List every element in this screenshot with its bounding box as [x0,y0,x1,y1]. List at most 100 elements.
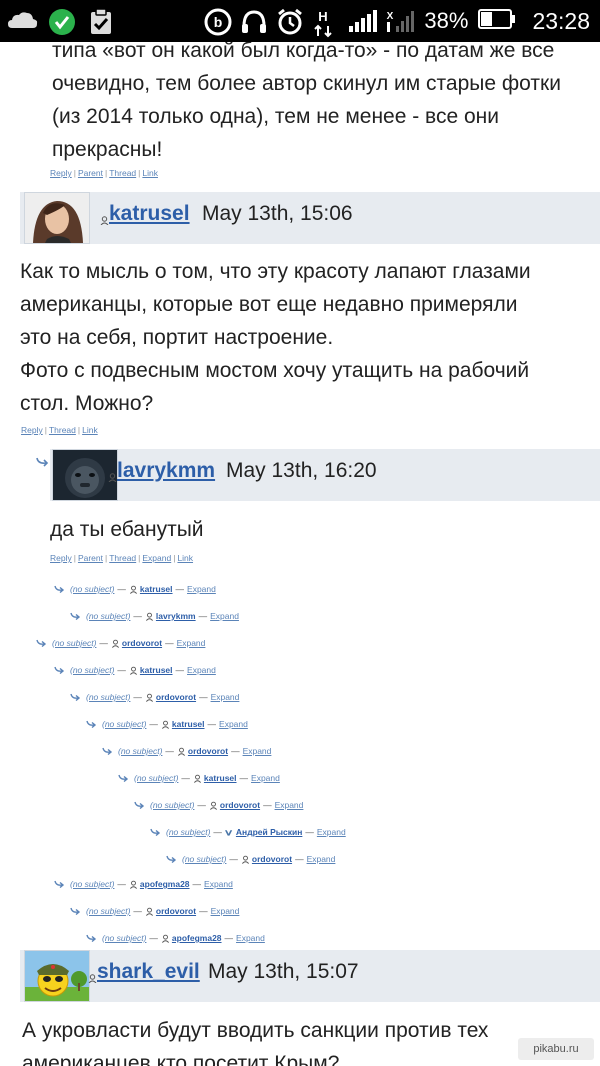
thread-username[interactable]: ordovorot [188,746,228,756]
user-icon [161,934,169,943]
subject-link[interactable]: (no subject) [86,611,130,621]
username-katrusel[interactable]: katrusel [109,202,190,226]
expand-link[interactable]: Expand [187,584,216,594]
separator: — [239,773,249,783]
user-icon [100,212,109,226]
user-icon [111,639,119,648]
text-line: (из 2014 только одна), тем не менее - вс… [52,105,499,128]
thread-username[interactable]: katrusel [140,665,173,675]
thread-username[interactable]: katrusel [140,584,173,594]
thread-link[interactable]: Thread [109,168,136,178]
separator: — [165,746,174,756]
expand-link[interactable]: Expand [243,746,272,756]
thread-username[interactable]: apofegma28 [140,879,190,889]
comment-text-shark-evil: А укровласти будут вводить санкции проти… [22,1014,592,1066]
separator: — [263,800,272,810]
subject-link[interactable]: (no subject) [182,854,226,864]
expand-link[interactable]: Expand [210,611,239,621]
thread-row: (no subject) — apofegma28— Expand [86,933,265,943]
thread-username[interactable]: ordovorot [220,800,260,810]
expand-link[interactable]: Expand [219,719,248,729]
user-icon [209,801,217,810]
comment-actions-lavrykmm: Reply | Parent | Thread | Expand | Link [50,553,194,563]
thread-username[interactable]: ordovorot [122,638,162,648]
link-link[interactable]: Link [82,425,98,435]
separator: — [295,854,304,864]
expand-link[interactable]: Expand [142,553,171,563]
text-line: очевидно, тем более автор скинул им стар… [52,72,561,95]
expand-link[interactable]: Expand [317,827,346,837]
thread-link[interactable]: Thread [109,553,136,563]
reply-arrow-icon [70,907,81,915]
separator: — [165,638,174,648]
expand-link[interactable]: Expand [307,854,336,864]
user-icon [241,855,249,864]
subject-link[interactable]: (no subject) [70,584,114,594]
subject-link[interactable]: (no subject) [102,933,146,943]
expand-link[interactable]: Expand [177,638,206,648]
text-line: типа «вот он какой был когда-то» - по да… [52,42,555,62]
expand-link[interactable]: Expand [211,906,240,916]
expand-link[interactable]: Expand [236,933,265,943]
reply-arrow-icon [54,585,65,593]
separator: — [99,638,108,648]
user-icon [88,970,97,984]
comment-date: May 13th, 15:07 [208,960,359,983]
expand-link[interactable]: Expand [251,773,280,783]
thread-row: (no subject) — Андрей Рыскин — Expand [150,827,346,837]
username-shark-evil[interactable]: shark_evil [97,960,200,984]
parent-link[interactable]: Parent [78,553,103,563]
shield-check-icon [48,8,75,35]
separator: — [117,665,126,675]
thread-link[interactable]: Thread [49,425,76,435]
thread-row: (no subject) — katrusel — Expand [86,719,248,729]
thread-username[interactable]: ordovorot [156,906,196,916]
alarm-clock-icon [276,8,303,35]
status-bar-right: b H X 38% 23:28 [204,6,590,38]
subject-link[interactable]: (no subject) [86,692,130,702]
link-link[interactable]: Link [177,553,193,563]
subject-link[interactable]: (no subject) [102,719,146,729]
subject-link[interactable]: (no subject) [118,746,162,756]
vk-icon [224,829,233,836]
thread-row: (no subject) — ordovorot — Expand [36,638,205,648]
subject-link[interactable]: (no subject) [52,638,96,648]
beats-icon: b [204,8,232,36]
reply-link[interactable]: Reply [50,553,72,563]
text-line: Как то мысль о том, что эту красоту лапа… [20,260,531,283]
reply-link[interactable]: Reply [21,425,43,435]
subject-link[interactable]: (no subject) [150,800,194,810]
thread-username[interactable]: ordovorot [252,854,292,864]
comment-text-top: типа «вот он какой был когда-то» - по да… [52,42,592,166]
thread-username[interactable]: Андрей Рыскин [236,827,302,837]
network-h-icon: H [312,8,338,38]
subject-link[interactable]: (no subject) [86,906,130,916]
subject-link[interactable]: (no subject) [134,773,178,783]
separator: — [149,719,158,729]
expand-link[interactable]: Expand [187,665,216,675]
text-line: американцев кто посетит Крым? [22,1052,340,1066]
user-icon [129,666,137,675]
expand-link[interactable]: Expand [275,800,304,810]
thread-username[interactable]: katrusel [204,773,237,783]
subject-link[interactable]: (no subject) [70,665,114,675]
expand-link[interactable]: Expand [211,692,240,702]
thread-username[interactable]: katrusel [172,719,205,729]
thread-username[interactable]: lavrykmm [156,611,196,621]
separator: — [133,692,142,702]
reply-link[interactable]: Reply [50,168,72,178]
battery-percent: 38% [424,8,469,33]
reply-arrow-icon [36,454,50,467]
thread-username[interactable]: ordovorot [156,692,196,702]
user-icon [129,880,137,889]
reply-arrow-icon [54,666,65,674]
avatar-shark-evil[interactable] [24,950,90,1002]
expand-link[interactable]: Expand [204,879,233,889]
parent-link[interactable]: Parent [78,168,103,178]
subject-link[interactable]: (no subject) [166,827,210,837]
thread-username[interactable]: apofegma28 [172,933,222,943]
username-lavrykmm[interactable]: lavrykmm [117,459,215,483]
avatar-katrusel[interactable] [24,192,90,244]
subject-link[interactable]: (no subject) [70,879,114,889]
link-link[interactable]: Link [142,168,158,178]
